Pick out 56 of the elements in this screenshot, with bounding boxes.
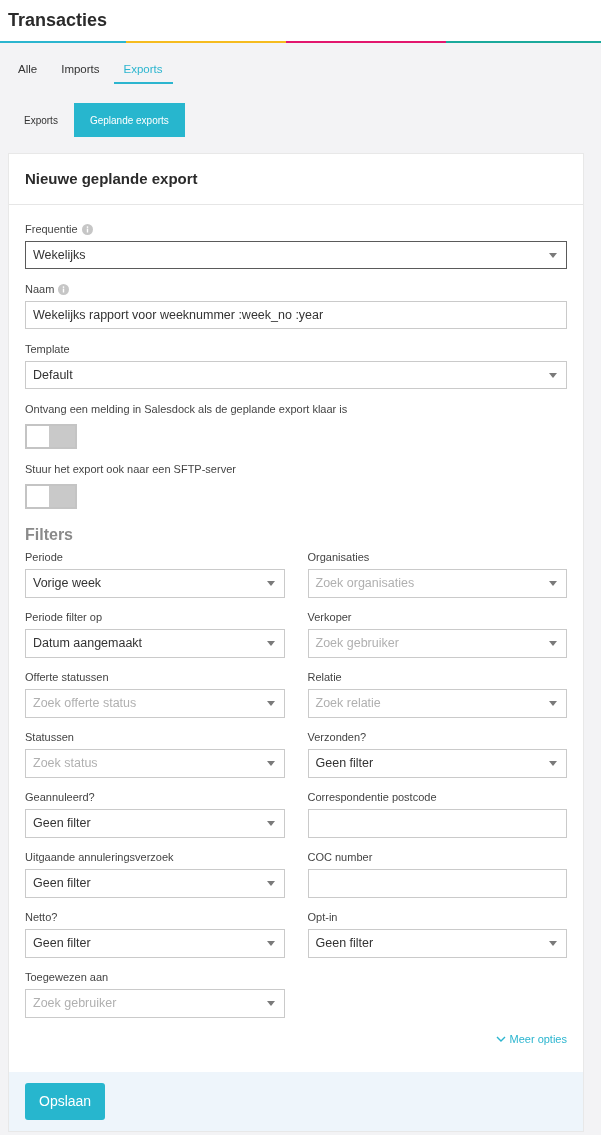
caret-icon (266, 941, 275, 946)
caret-icon (549, 701, 557, 706)
field-label: Netto? (25, 909, 58, 925)
select-field[interactable]: Geen filter (25, 929, 285, 958)
text-input[interactable] (307, 869, 567, 898)
caret-icon (266, 1001, 275, 1006)
caret-icon (266, 881, 275, 886)
field-label: Periode (25, 549, 63, 565)
field-label: Relatie (307, 669, 342, 685)
field-label: COC number (307, 849, 373, 865)
toggle-switch[interactable] (25, 484, 77, 509)
caret-icon (266, 701, 275, 706)
field-label: Stuur het export ook naar een SFTP-server (25, 461, 236, 477)
caret-icon (549, 941, 557, 946)
field-label: Uitgaande annuleringsverzoek (25, 849, 174, 865)
field-label: Geannuleerd? (25, 789, 95, 805)
caret-icon (266, 821, 275, 826)
tab[interactable]: Imports (51, 57, 110, 84)
field-label: Periode filter op (25, 609, 103, 625)
caret-icon (549, 761, 557, 766)
caret-icon (549, 641, 557, 646)
text-input[interactable] (307, 809, 567, 838)
tab[interactable]: Alle (8, 57, 48, 84)
field-label: Organisaties (307, 549, 370, 565)
select-field[interactable]: Geen filter (307, 929, 567, 958)
field-label: Verkoper (307, 609, 352, 625)
field-label: Verzonden? (307, 729, 367, 745)
field-label: Naam (25, 281, 55, 297)
field-label: Ontvang een melding in Salesdock als de geplande export klaar is (25, 401, 348, 417)
text-input[interactable]: Wekelijks rapport voor weeknummer :week_no :year (25, 301, 567, 329)
select-field[interactable]: Default (25, 361, 567, 389)
field-label: Opt-in (307, 909, 338, 925)
field-label: Offerte statussen (25, 669, 109, 685)
caret-icon (266, 581, 275, 586)
field-label: Toegewezen aan (25, 969, 109, 985)
toggle-switch[interactable] (25, 424, 77, 449)
field-label: Correspondentie postcode (307, 789, 437, 805)
caret-icon (549, 581, 557, 586)
select-field[interactable]: Vorige week (25, 569, 285, 598)
field-label: Statussen (25, 729, 74, 745)
select-field[interactable]: Wekelijks (25, 241, 567, 269)
select-field[interactable]: Geen filter (25, 809, 285, 838)
chevron-down-icon (495, 1036, 506, 1043)
caret-icon (266, 761, 275, 766)
sub-tab[interactable]: Exports (8, 103, 74, 137)
caret-icon (549, 372, 557, 378)
field-label: Template (25, 341, 70, 357)
section-heading: Filters (25, 525, 73, 545)
caret-icon (549, 252, 557, 258)
select-field[interactable]: Geen filter (25, 869, 285, 898)
form-title: Nieuwe geplande export (25, 168, 198, 189)
select-field[interactable]: Geen filter (307, 749, 567, 778)
field-label: Frequentie (25, 221, 78, 237)
page-title: Transacties (8, 9, 108, 32)
select-field[interactable]: Datum aangemaakt (25, 629, 285, 658)
caret-icon (266, 641, 275, 646)
